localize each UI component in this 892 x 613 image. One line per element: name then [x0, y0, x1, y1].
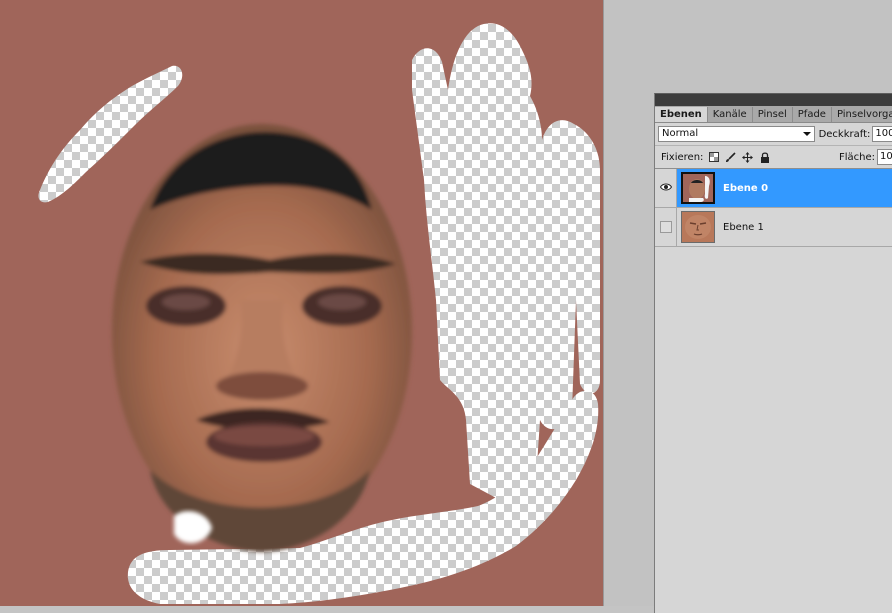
padlock-icon[interactable]: [759, 151, 770, 163]
panel-titlebar[interactable]: [655, 94, 892, 106]
tab-brushes[interactable]: Pinsel: [753, 107, 793, 122]
transparency-lock-icon[interactable]: [708, 152, 719, 163]
fill-label: Fläche:: [839, 151, 876, 163]
panel-tab-bar: Ebenen Kanäle Pinsel Pfade Pinselvorga: [655, 106, 892, 123]
lock-row: Fixieren: Fläche: 100: [655, 146, 892, 169]
lock-label: Fixieren:: [661, 151, 704, 163]
fill-control: Fläche: 100: [839, 149, 892, 165]
opacity-input[interactable]: 100: [872, 126, 892, 142]
move-lock-icon[interactable]: [742, 151, 754, 163]
layer-name[interactable]: Ebene 1: [723, 222, 764, 233]
tab-brush-presets[interactable]: Pinselvorga: [832, 107, 892, 122]
visibility-toggle[interactable]: [655, 169, 677, 207]
eye-icon: [659, 183, 672, 194]
layer-row-ebene-1[interactable]: Ebene 1: [655, 208, 892, 247]
layer-thumbnail: [681, 172, 715, 204]
tab-layers[interactable]: Ebenen: [655, 107, 708, 122]
layer-row-ebene-0[interactable]: Ebene 0: [655, 169, 892, 208]
layers-panel: Ebenen Kanäle Pinsel Pfade Pinselvorga N…: [654, 93, 892, 613]
brush-lock-icon[interactable]: [725, 151, 736, 163]
tab-paths[interactable]: Pfade: [793, 107, 832, 122]
tab-channels[interactable]: Kanäle: [708, 107, 753, 122]
opacity-label: Deckkraft:: [818, 128, 871, 140]
blend-options-row: Normal Deckkraft: 100: [655, 123, 892, 146]
canvas-image: [38, 23, 600, 604]
layer-name[interactable]: Ebene 0: [723, 183, 768, 194]
fill-input[interactable]: 100: [877, 149, 892, 165]
layer-thumbnail: [681, 211, 715, 243]
blend-mode-value: Normal: [662, 128, 699, 139]
chevron-down-icon: [802, 132, 811, 136]
blend-mode-select[interactable]: Normal: [658, 126, 815, 142]
hidden-eye-icon: [659, 221, 672, 233]
visibility-toggle[interactable]: [655, 208, 677, 246]
face-image: [112, 124, 412, 552]
document-canvas[interactable]: [0, 0, 603, 606]
